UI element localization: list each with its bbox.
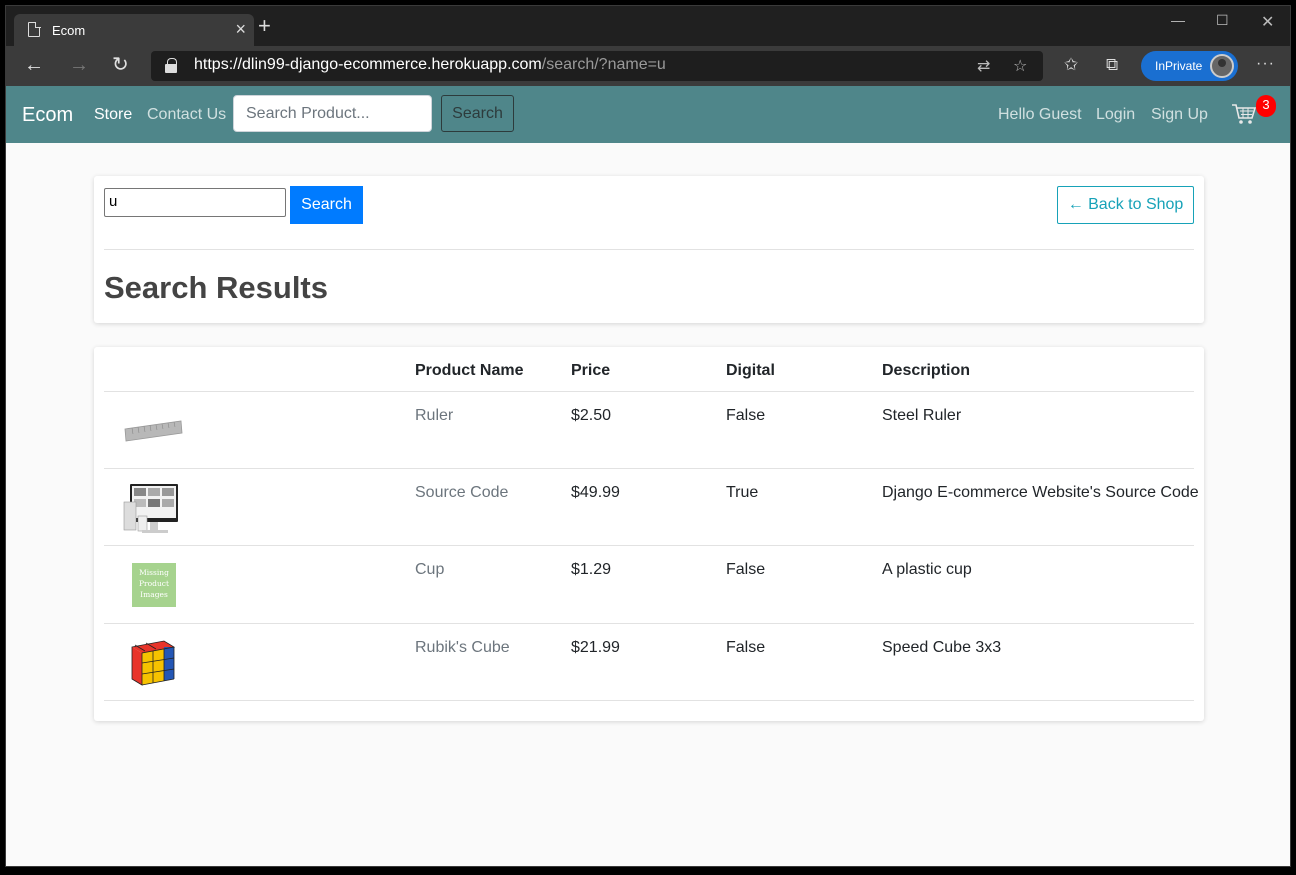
lock-icon (165, 58, 177, 73)
product-price: $1.29 (571, 561, 612, 578)
svg-text:Product: Product (139, 579, 169, 588)
nav-search-button[interactable]: Search (441, 95, 514, 132)
header-product-name: Product Name (415, 362, 524, 379)
search-card: u Search ← Back to Shop Search Results (94, 176, 1204, 323)
brand-link[interactable]: Ecom (22, 104, 73, 127)
monitor-thumbnail (123, 484, 178, 533)
product-digital: False (726, 407, 766, 424)
refresh-icon[interactable]: ↻ (112, 54, 129, 76)
row-divider (104, 700, 1194, 701)
ruler-thumbnail (124, 420, 183, 442)
site-navbar: Ecom Store Contact Us Search Product... … (6, 86, 1290, 143)
row-divider (104, 391, 1194, 392)
missing-image-thumbnail: Missing Product Images (132, 563, 176, 607)
rubiks-cube-thumbnail (131, 640, 176, 686)
inprivate-button[interactable]: InPrivate (1141, 51, 1238, 81)
greeting-text: Hello Guest (998, 106, 1082, 123)
maximize-icon[interactable]: ☐ (1216, 12, 1229, 29)
product-price: $21.99 (571, 639, 620, 656)
cart-icon[interactable] (1231, 103, 1257, 125)
close-tab-icon[interactable]: × (235, 19, 246, 39)
collections-icon[interactable]: ⧉ (1106, 55, 1118, 75)
product-description: A plastic cup (882, 561, 972, 578)
product-name[interactable]: Ruler (415, 407, 453, 425)
page-title: Search Results (104, 270, 328, 305)
row-divider (104, 623, 1194, 624)
svg-text:Missing: Missing (139, 568, 169, 577)
login-link[interactable]: Login (1096, 106, 1135, 124)
product-digital: False (726, 639, 766, 656)
nav-contact-link[interactable]: Contact Us (147, 106, 226, 124)
product-description: Django E-commerce Website's Source Code (882, 484, 1199, 501)
svg-text:Images: Images (140, 590, 168, 599)
header-digital: Digital (726, 362, 775, 379)
product-description: Speed Cube 3x3 (882, 639, 1002, 656)
profile-avatar (1210, 54, 1234, 78)
product-price: $2.50 (571, 407, 612, 424)
back-to-shop-button[interactable]: ← Back to Shop (1057, 186, 1194, 224)
new-tab-icon[interactable]: + (258, 15, 271, 37)
nav-store-link[interactable]: Store (94, 106, 132, 124)
results-table: Product Name Price Digital Description R… (94, 347, 1204, 721)
product-price: $49.99 (571, 484, 620, 501)
header-price: Price (571, 362, 611, 379)
product-name[interactable]: Cup (415, 561, 444, 579)
header-description: Description (882, 362, 971, 379)
nav-search-input[interactable]: Search Product... (233, 95, 432, 132)
translate-icon[interactable]: ⇄ (977, 56, 990, 76)
title-bar: Ecom × + — ☐ ✕ (6, 6, 1290, 46)
search-query-input[interactable]: u (104, 188, 286, 217)
page-icon (28, 21, 41, 37)
favorites-icon[interactable]: ✩ (1064, 55, 1078, 75)
divider (104, 249, 1194, 250)
browser-toolbar: ← → ↻ https://dlin99-django-ecommerce.he… (6, 46, 1290, 86)
row-divider (104, 468, 1194, 469)
search-button[interactable]: Search (290, 186, 363, 224)
product-digital: False (726, 561, 766, 578)
browser-tab[interactable]: Ecom × (14, 14, 254, 46)
product-name[interactable]: Rubik's Cube (415, 639, 510, 657)
tab-title: Ecom (52, 23, 86, 38)
minimize-icon[interactable]: — (1171, 12, 1185, 28)
forward-arrow-icon[interactable]: → (69, 54, 89, 76)
back-arrow-icon[interactable]: ← (24, 54, 44, 76)
close-window-icon[interactable]: ✕ (1261, 12, 1274, 32)
product-name[interactable]: Source Code (415, 484, 508, 502)
star-icon[interactable]: ☆ (1013, 56, 1027, 76)
row-divider (104, 545, 1194, 546)
product-description: Steel Ruler (882, 407, 962, 424)
address-bar[interactable]: https://dlin99-django-ecommerce.herokuap… (151, 51, 1043, 81)
browser-window: Ecom × + — ☐ ✕ ← → ↻ https://dlin99-djan… (5, 5, 1291, 867)
signup-link[interactable]: Sign Up (1151, 106, 1208, 124)
url-text: https://dlin99-django-ecommerce.herokuap… (194, 56, 666, 73)
product-digital: True (726, 484, 759, 501)
more-options-icon[interactable]: ··· (1256, 55, 1275, 73)
cart-count-badge: 3 (1256, 95, 1276, 117)
